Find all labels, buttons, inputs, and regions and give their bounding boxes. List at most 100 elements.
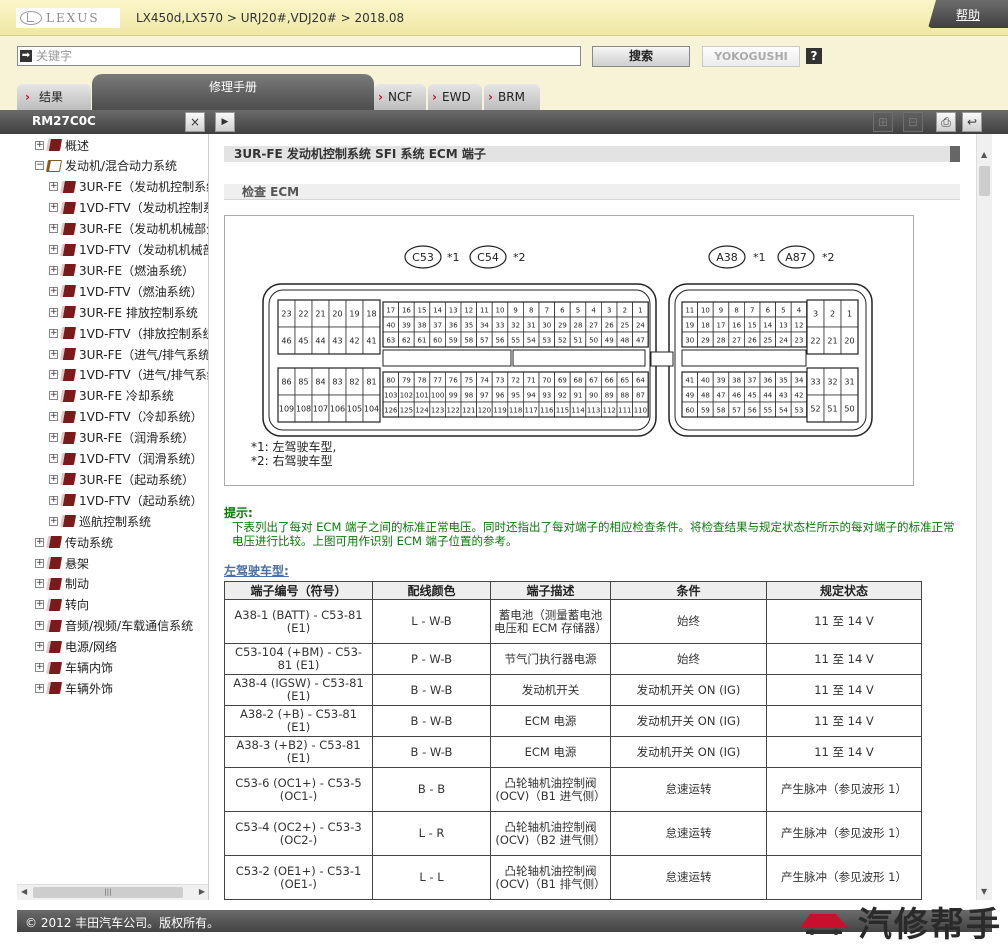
expand-icon[interactable]: +	[49, 349, 58, 359]
table-cell: C53-4 (OC2+) - C53-3 (OC2-)	[224, 811, 373, 856]
expand-all-icon: ⊞	[873, 112, 893, 132]
expand-icon[interactable]: +	[49, 370, 58, 380]
tree-item[interactable]: +3UR-FE 冷却系统	[49, 386, 174, 406]
expand-icon[interactable]: +	[35, 683, 44, 693]
expand-icon[interactable]: +	[35, 600, 44, 610]
scroll-thumb[interactable]: |||	[33, 887, 183, 898]
expand-icon[interactable]: +	[49, 245, 58, 254]
play-icon[interactable]: ▶	[215, 112, 235, 132]
search-input[interactable]: ➡ 关键字	[17, 46, 581, 66]
tree-item[interactable]: +1VD-FTV（排放控制系统）	[49, 323, 208, 343]
tab-results[interactable]: › 结果	[17, 84, 91, 110]
expand-icon[interactable]: +	[49, 203, 58, 213]
horizontal-scrollbar[interactable]: ◀ ||| ▶	[17, 884, 208, 900]
expand-icon[interactable]: +	[49, 307, 58, 317]
expand-icon[interactable]: +	[49, 433, 58, 443]
tree-item[interactable]: +3UR-FE（燃油系统）	[49, 260, 194, 280]
book-icon	[59, 389, 77, 402]
expand-icon[interactable]: +	[35, 579, 44, 589]
tree-item[interactable]: +3UR-FE（起动系统）	[49, 469, 194, 489]
tab-repair-manual[interactable]: 修理手册	[92, 74, 374, 110]
tree-item[interactable]: + 音频/视频/车载通信系统	[35, 616, 193, 636]
tree-item[interactable]: + 车辆外饰	[35, 678, 113, 698]
expand-icon[interactable]: +	[49, 182, 58, 192]
search-button[interactable]: 搜索	[592, 46, 690, 67]
tree-item[interactable]: +1VD-FTV（起动系统）	[49, 490, 203, 510]
expand-icon[interactable]: +	[35, 558, 44, 568]
scroll-right-icon[interactable]: ▶	[199, 887, 205, 896]
connector-marker: *1	[753, 251, 766, 264]
tree-item[interactable]: +1VD-FTV（冷却系统）	[49, 407, 203, 427]
terminal-number: 85	[298, 378, 308, 387]
tab-brm-label: BRM	[498, 90, 525, 104]
tree-item[interactable]: + 车辆内饰	[35, 658, 113, 678]
vertical-scrollbar[interactable]: ▲ ▼	[976, 134, 992, 900]
breadcrumb: LX450d,LX570 > URJ20#,VDJ20# > 2018.08	[136, 11, 405, 25]
book-icon	[59, 243, 77, 256]
tree-item[interactable]: + 制动	[35, 574, 89, 594]
expand-icon[interactable]: +	[35, 663, 44, 672]
tree-item[interactable]: +1VD-FTV（发动机控制系统）	[49, 198, 208, 218]
terminal-number: 23	[281, 310, 291, 319]
scroll-left-icon[interactable]: ◀	[21, 887, 27, 896]
tree-item[interactable]: + 电源/网络	[35, 637, 117, 657]
collapse-icon[interactable]: −	[35, 161, 44, 171]
expand-icon[interactable]: +	[49, 516, 58, 526]
terminal-number: 16	[402, 307, 411, 315]
tree-item[interactable]: +3UR-FE（润滑系统）	[49, 428, 194, 448]
expand-icon[interactable]: +	[49, 412, 58, 422]
tree-item[interactable]: + 概述	[35, 135, 89, 155]
tree-item[interactable]: +1VD-FTV（润滑系统）	[49, 449, 203, 469]
tree-item[interactable]: +3UR-FE（发动机控制系统）	[49, 177, 208, 197]
tree-item[interactable]: +3UR-FE 排放控制系统	[49, 302, 198, 322]
tree-item[interactable]: +1VD-FTV（燃油系统）	[49, 281, 203, 301]
terminal-number: 7	[750, 307, 754, 315]
tree-item[interactable]: +3UR-FE（发动机机械部分）	[49, 219, 208, 239]
tab-ncf[interactable]: › NCF	[374, 84, 426, 110]
table-cell: 凸轮轴机油控制阀 (OCV)（B1 排气侧）	[490, 855, 611, 900]
scroll-thumb[interactable]	[979, 166, 990, 196]
expand-icon[interactable]: +	[35, 140, 44, 150]
help-link[interactable]: 帮助	[956, 6, 980, 23]
terminal-number: 60	[685, 407, 694, 415]
expand-icon[interactable]: +	[49, 265, 58, 275]
table-cell: L - W-B	[372, 599, 491, 644]
tree-item[interactable]: +1VD-FTV（发动机机械部分）	[49, 240, 208, 260]
tab-brm[interactable]: › BRM	[484, 84, 540, 110]
terminal-number: 46	[732, 392, 741, 400]
tree-item[interactable]: +3UR-FE（进气/排气系统）	[49, 344, 208, 364]
tab-ewd[interactable]: › EWD	[428, 84, 482, 110]
tree-item[interactable]: + 巡航控制系统	[49, 511, 151, 531]
expand-icon[interactable]: +	[35, 642, 44, 652]
print-icon[interactable]: ⎙	[936, 112, 956, 132]
expand-icon[interactable]: +	[35, 537, 44, 547]
terminal-number: 50	[844, 405, 854, 414]
help-question-icon[interactable]: ?	[806, 48, 822, 64]
housing-bridge	[650, 351, 674, 367]
scroll-up-icon[interactable]: ▲	[981, 150, 987, 159]
table-cell: A38-3 (+B2) - C53-81 (E1)	[224, 736, 373, 768]
tree-item[interactable]: − 发动机/混合动力系统	[35, 156, 177, 176]
lhd-label[interactable]: 左驾驶车型:	[224, 562, 289, 579]
close-icon[interactable]: ×	[185, 112, 205, 132]
scroll-down-icon[interactable]: ▼	[981, 887, 987, 896]
tree-item[interactable]: + 悬架	[35, 553, 89, 573]
expand-icon[interactable]: +	[35, 621, 44, 631]
expand-icon[interactable]: +	[49, 391, 58, 401]
column-header: 端子描述	[490, 581, 611, 600]
return-icon[interactable]: ↩	[962, 112, 982, 132]
yokogushi-button[interactable]: YOKOGUSHI	[702, 46, 800, 67]
expand-icon[interactable]: +	[49, 474, 58, 484]
help-tab[interactable]: 帮助	[928, 0, 1008, 28]
book-icon	[59, 285, 77, 298]
expand-icon[interactable]: +	[49, 286, 58, 296]
expand-icon[interactable]: +	[49, 454, 58, 463]
tree-item-label: 概述	[65, 138, 90, 153]
expand-icon[interactable]: +	[49, 224, 58, 234]
expand-icon[interactable]: +	[49, 328, 58, 338]
tree-item[interactable]: +1VD-FTV（进气/排气系统）	[49, 365, 208, 385]
tree-item[interactable]: + 转向	[35, 595, 89, 615]
expand-icon[interactable]: +	[49, 495, 58, 505]
book-icon	[45, 661, 63, 674]
tree-item[interactable]: + 传动系统	[35, 532, 113, 552]
